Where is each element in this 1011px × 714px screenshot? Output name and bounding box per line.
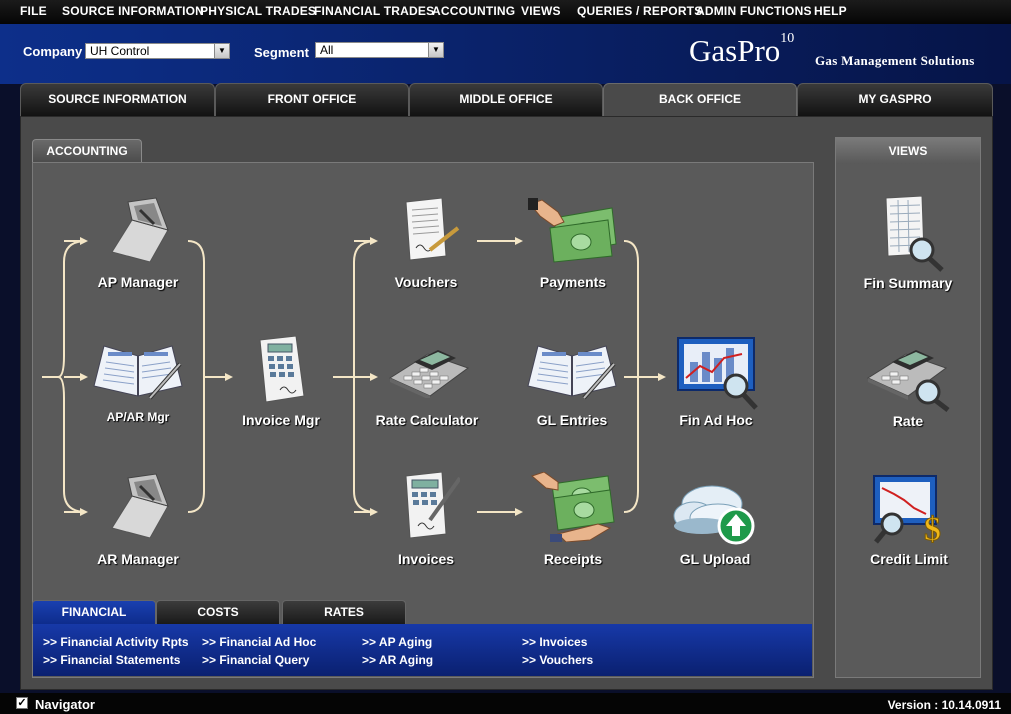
rate-calculator-node[interactable]: Rate Calculator: [376, 344, 478, 430]
open-ledger-icon: [93, 345, 183, 400]
invoice-mgr-node[interactable]: Invoice Mgr: [242, 336, 320, 431]
chart-dollar-icon: $: [873, 475, 942, 546]
ar-manager-node[interactable]: AR Manager: [97, 472, 179, 568]
fin-ad-hoc-label: Fin Ad Hoc: [679, 412, 753, 428]
navigator-checkbox[interactable]: ✓: [16, 697, 28, 709]
credit-limit-label: Credit Limit: [870, 551, 948, 567]
calculator-icon: [388, 350, 470, 398]
document-icon: [405, 198, 460, 261]
version-label: Version : 10.14.0911: [887, 698, 1001, 712]
rate-view[interactable]: Rate: [864, 344, 952, 430]
views-title: VIEWS: [836, 138, 980, 164]
cloud-upload-icon: [673, 485, 755, 545]
svg-text:$: $: [924, 511, 941, 546]
ap-manager-label: AP Manager: [97, 274, 179, 290]
vouchers-node[interactable]: Vouchers: [395, 198, 460, 291]
apar-mgr-node[interactable]: AP/AR Mgr: [90, 338, 186, 428]
gl-upload-label: GL Upload: [679, 551, 751, 567]
payments-label: Payments: [539, 274, 607, 290]
report-chart-icon: [677, 337, 758, 410]
ap-manager-node[interactable]: AP Manager: [98, 196, 178, 291]
link-invoices[interactable]: >> Invoices: [522, 635, 587, 649]
open-ledger-icon: [527, 345, 617, 400]
link-financial-statements[interactable]: >> Financial Statements: [43, 653, 180, 667]
ledger-book-icon: [111, 197, 169, 262]
invoice-pen-icon: [405, 472, 460, 539]
fin-summary-label: Fin Summary: [863, 275, 953, 291]
calculator-search-icon: [866, 350, 950, 412]
ar-manager-label: AR Manager: [97, 551, 179, 567]
spreadsheet-search-icon: [885, 196, 944, 272]
invoices-node[interactable]: Invoices: [396, 472, 460, 568]
link-financial-activity-rpts[interactable]: >> Financial Activity Rpts: [43, 635, 189, 649]
tab-financial[interactable]: FINANCIAL: [32, 600, 156, 624]
credit-limit-view[interactable]: $ Credit Limit: [868, 474, 950, 568]
money-receive-icon: [531, 472, 615, 542]
tab-rates[interactable]: RATES: [282, 600, 406, 624]
tab-costs[interactable]: COSTS: [156, 600, 280, 624]
navigator-label: Navigator: [35, 697, 95, 712]
ledger-book-icon: [111, 473, 169, 538]
fin-ad-hoc-node[interactable]: Fin Ad Hoc: [672, 336, 760, 430]
payments-node[interactable]: Payments: [528, 198, 618, 291]
invoice-calculator-icon: [259, 336, 305, 402]
link-ap-aging[interactable]: >> AP Aging: [362, 635, 432, 649]
gl-entries-node[interactable]: GL Entries: [524, 338, 620, 431]
link-vouchers[interactable]: >> Vouchers: [522, 653, 593, 667]
link-financial-query[interactable]: >> Financial Query: [202, 653, 309, 667]
money-hand-icon: [528, 198, 617, 263]
fin-summary-view[interactable]: Fin Summary: [864, 196, 952, 292]
financial-links-panel: >> Financial Activity Rpts >> Financial …: [33, 624, 812, 676]
rate-view-label: Rate: [892, 413, 924, 429]
gl-upload-node[interactable]: GL Upload: [672, 476, 758, 568]
receipts-node[interactable]: Receipts: [528, 472, 618, 568]
link-ar-aging[interactable]: >> AR Aging: [362, 653, 433, 667]
status-bar: [0, 693, 1011, 714]
link-financial-ad-hoc[interactable]: >> Financial Ad Hoc: [202, 635, 316, 649]
